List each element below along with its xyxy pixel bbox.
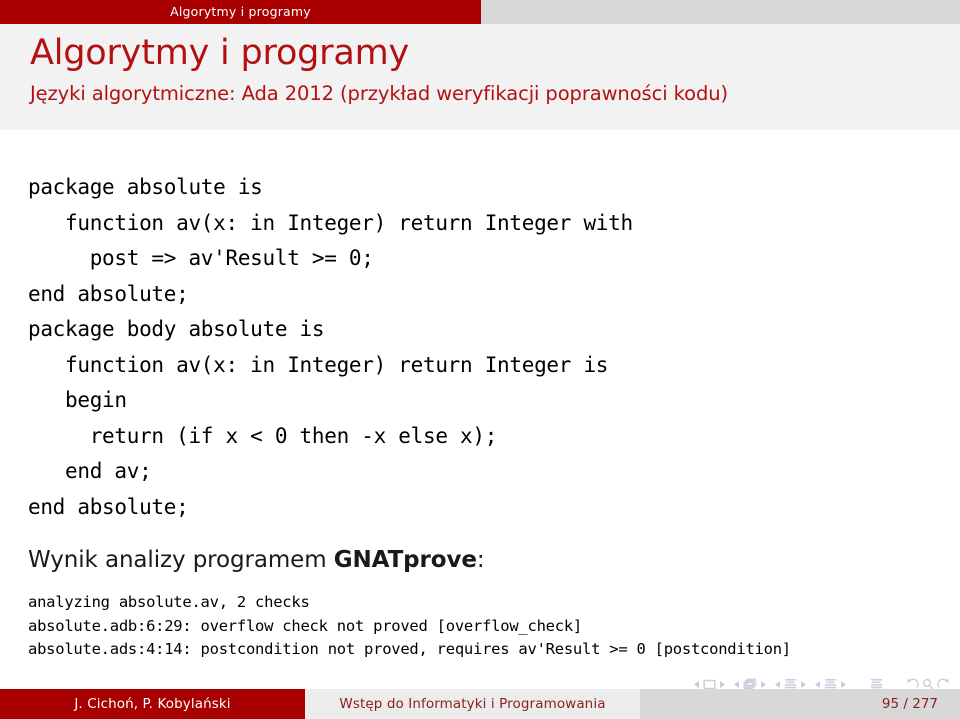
headline-bar-filler (481, 0, 960, 24)
presentation-slide: Algorytmy i programy Algorytmy i program… (0, 0, 960, 719)
ada-source-code: package absolute is function av(x: in In… (28, 175, 633, 519)
analysis-heading-prefix: Wynik analizy programem (28, 547, 334, 573)
analysis-tool-name: GNATprove (333, 547, 477, 573)
headline-section-label: Algorytmy i programy (170, 3, 311, 19)
frame-prev-icon[interactable] (733, 680, 740, 689)
slide-prev-icon[interactable] (693, 680, 700, 689)
footline-page-number: 95 / 277 (640, 689, 960, 719)
headline-bar: Algorytmy i programy (0, 0, 960, 24)
analysis-heading-suffix: : (476, 547, 485, 573)
slide-next-icon[interactable] (719, 680, 726, 689)
slide-body: package absolute is function av(x: in In… (0, 130, 960, 660)
analysis-heading: Wynik analizy programem GNATprove: (28, 547, 960, 573)
page-title: Algorytmy i programy (30, 33, 410, 73)
frame-title-block: Algorytmy i programy Języki algorytmiczn… (0, 24, 960, 130)
section-next-icon[interactable] (840, 680, 847, 689)
subsection-prev-icon[interactable] (774, 680, 781, 689)
slide-icon[interactable] (703, 679, 716, 690)
gnatprove-output: analyzing absolute.av, 2 checks absolute… (28, 593, 791, 658)
footline-author: J. Cichoń, P. Kobylański (0, 689, 305, 719)
frame-next-icon[interactable] (760, 680, 767, 689)
headline-section-tab[interactable]: Algorytmy i programy (0, 0, 481, 24)
footline-bar: J. Cichoń, P. Kobylański Wstęp do Inform… (0, 689, 960, 719)
section-prev-icon[interactable] (814, 680, 821, 689)
slide-nav-group (693, 679, 726, 690)
page-subtitle: Języki algorytmiczne: Ada 2012 (przykład… (30, 81, 728, 105)
footline-title: Wstęp do Informatyki i Programowania (305, 689, 640, 719)
subsection-next-icon[interactable] (800, 680, 807, 689)
